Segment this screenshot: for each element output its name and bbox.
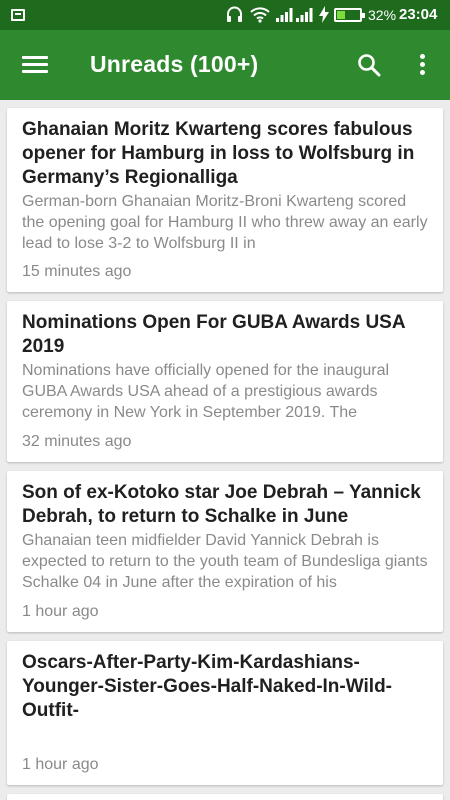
article-timestamp: 1 hour ago	[22, 756, 99, 773]
battery-level	[337, 11, 345, 19]
article-title: Oscars-After-Party-Kim-Kardashians-Young…	[22, 652, 392, 721]
signal-icon	[276, 8, 293, 22]
menu-icon[interactable]	[22, 55, 48, 75]
article-title: Nominations Open For GUBA Awards USA 201…	[22, 312, 405, 357]
article-title: Ghanaian Moritz Kwarteng scores fabulous…	[22, 119, 415, 188]
article-title: Son of ex-Kotoko star Joe Debrah – Yanni…	[22, 482, 421, 527]
article-card[interactable]: Oscars-After-Party-Kim-Kardashians-Young…	[7, 641, 443, 785]
article-excerpt: German-born Ghanaian Moritz-Broni Kwarte…	[22, 193, 428, 252]
sim-icon	[11, 9, 25, 21]
battery-icon	[334, 8, 365, 22]
status-clock: 23:04	[399, 6, 438, 23]
article-excerpt: Nominations have officially opened for t…	[22, 362, 390, 421]
article-timestamp: 1 hour ago	[22, 603, 99, 620]
article-timestamp: 15 minutes ago	[22, 263, 132, 280]
article-card[interactable]	[7, 794, 443, 800]
signal-icon	[296, 8, 313, 22]
charging-bolt-icon	[319, 6, 329, 23]
status-bar: 32% 23:04	[0, 0, 450, 30]
battery-percent: 32%	[368, 7, 397, 23]
article-card[interactable]: Nominations Open For GUBA Awards USA 201…	[7, 301, 443, 462]
article-excerpt: Ghanaian teen midfielder David Yannick D…	[22, 532, 428, 591]
page-title: Unreads (100+)	[90, 51, 259, 77]
more-options-icon[interactable]	[411, 52, 433, 78]
article-timestamp: 32 minutes ago	[22, 433, 132, 450]
article-list: Ghanaian Moritz Kwarteng scores fabulous…	[0, 100, 450, 800]
article-card[interactable]: Son of ex-Kotoko star Joe Debrah – Yanni…	[7, 471, 443, 632]
headset-icon	[227, 6, 242, 22]
wifi-icon	[250, 7, 270, 23]
search-icon[interactable]	[357, 53, 381, 77]
article-card[interactable]: Ghanaian Moritz Kwarteng scores fabulous…	[7, 108, 443, 292]
app-bar: Unreads (100+)	[0, 30, 450, 100]
